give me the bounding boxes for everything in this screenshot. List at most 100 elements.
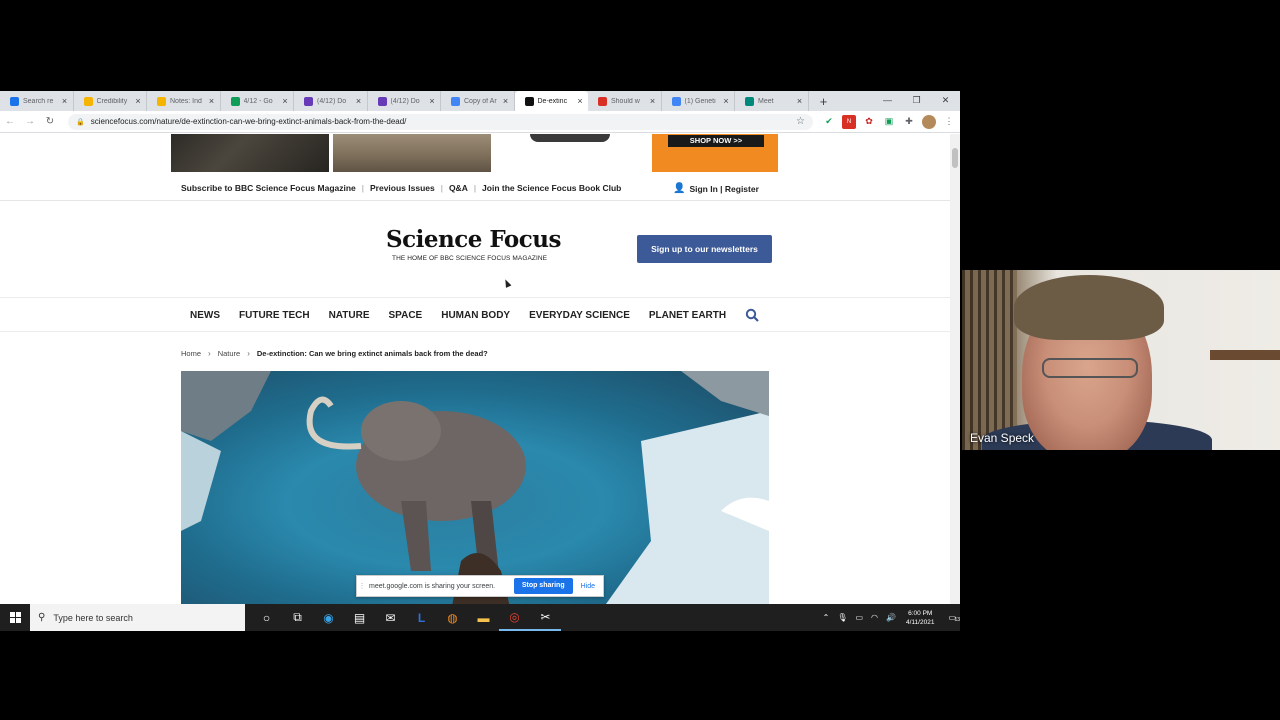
browser-tab[interactable]: 4/12 - Go × (221, 91, 294, 111)
browser-tab[interactable]: Meet × (735, 91, 809, 111)
close-tab-icon[interactable]: × (502, 96, 510, 106)
chevron-up-icon[interactable]: ⌃ (823, 613, 830, 622)
app-icon[interactable]: ◍ (437, 604, 468, 631)
close-tab-icon[interactable]: × (134, 96, 142, 106)
edge-icon[interactable]: ◉ (313, 604, 344, 631)
forward-icon[interactable]: → (20, 116, 40, 127)
nav-planet-earth[interactable]: PLANET EARTH (649, 310, 726, 321)
browser-tab[interactable]: Should w × (588, 91, 662, 111)
close-tab-icon[interactable]: × (61, 96, 69, 106)
stop-sharing-button[interactable]: Stop sharing (513, 578, 573, 594)
snipping-tool-icon[interactable]: ✂ (530, 604, 561, 631)
doc-extension-icon[interactable]: ▣ (882, 115, 896, 129)
book-club-link[interactable]: Join the Science Focus Book Club (482, 183, 621, 193)
nav-nature[interactable]: NATURE (329, 310, 370, 321)
task-view-icon[interactable]: ⧉ (282, 604, 313, 631)
wifi-icon[interactable]: ◠ (871, 613, 878, 622)
close-tab-icon[interactable]: × (649, 96, 657, 106)
breadcrumb-home[interactable]: Home (181, 349, 201, 358)
new-badge-extension-icon[interactable]: N (842, 114, 856, 129)
qa-link[interactable]: Q&A (449, 183, 468, 193)
subscribe-link[interactable]: Subscribe to BBC Science Focus Magazine (181, 183, 356, 193)
launcher-icon[interactable]: L (406, 604, 437, 631)
chrome-icon[interactable]: ◎ (499, 604, 530, 631)
profile-avatar[interactable] (922, 114, 936, 129)
close-tab-icon[interactable]: × (722, 96, 730, 106)
hide-button[interactable]: Hide (581, 583, 595, 590)
nav-news[interactable]: NEWS (190, 310, 220, 321)
clock[interactable]: 6:00 PM 4/11/2021 (906, 609, 934, 627)
close-tab-icon[interactable]: × (355, 96, 363, 106)
chevron-right-icon: › (208, 349, 211, 358)
nav-space[interactable]: SPACE (389, 310, 423, 321)
taskbar-search[interactable]: ⚲ Type here to search (30, 604, 245, 631)
ad-image[interactable] (171, 134, 329, 172)
mail-icon[interactable]: ✉ (375, 604, 406, 631)
site-logo[interactable]: Science Focus (386, 226, 561, 253)
reload-icon[interactable]: ↻ (40, 116, 60, 127)
divider (0, 331, 950, 332)
participant-hair (1014, 275, 1164, 340)
browser-tab[interactable]: (1) Geneti × (662, 91, 735, 111)
shop-now-button[interactable]: SHOP NOW >> (668, 135, 764, 147)
browser-tab[interactable]: Credibility × (74, 91, 147, 111)
extensions-icon[interactable]: ✚ (902, 115, 916, 129)
new-tab-button[interactable]: + (815, 94, 833, 109)
menu-icon[interactable]: ⋮ (942, 115, 956, 129)
ad-image[interactable] (333, 134, 491, 172)
newsletter-button[interactable]: Sign up to our newsletters (637, 235, 772, 263)
browser-tab-strip: Search re × Credibility × Notes: Ind × 4/12 - … (0, 91, 960, 111)
star-icon[interactable]: ☆ (796, 116, 805, 127)
participant-video-tile[interactable]: Evan Speck (962, 270, 1280, 450)
store-icon[interactable]: ▤ (344, 604, 375, 631)
nav-future-tech[interactable]: FUTURE TECH (239, 310, 310, 321)
tab-title: Search re (23, 97, 54, 105)
restore-icon[interactable]: ❐ (902, 91, 931, 111)
cortana-icon[interactable]: ○ (251, 604, 282, 631)
puzzle-extension-icon[interactable]: ✿ (862, 115, 876, 129)
divider (0, 297, 950, 298)
sign-in-label: Sign In | Register (689, 183, 759, 194)
browser-tab[interactable]: (4/12) Do × (294, 91, 368, 111)
sign-in-link[interactable]: 👤 Sign In | Register (673, 183, 759, 194)
meet-window: Search re × Credibility × Notes: Ind × 4/12 - … (0, 0, 1280, 720)
close-tab-icon[interactable]: × (796, 96, 804, 106)
battery-icon[interactable]: ▭ (855, 613, 863, 622)
breadcrumb-current: De-extinction: Can we bring extinct anim… (256, 349, 488, 358)
close-tab-icon[interactable]: × (576, 96, 584, 106)
minimize-icon[interactable]: — (873, 91, 902, 111)
back-icon[interactable]: ← (0, 116, 20, 127)
browser-tab[interactable]: De-extinc × (514, 91, 588, 111)
browser-tab[interactable]: Copy of Ar × (441, 91, 515, 111)
browser-tab[interactable]: Search re × (0, 91, 74, 111)
close-tab-icon[interactable]: × (428, 96, 436, 106)
notifications-icon[interactable]: ▭ 13 (948, 613, 960, 623)
close-tab-icon[interactable]: × (208, 96, 216, 106)
page-scrollbar[interactable] (950, 134, 960, 604)
ad-banner[interactable]: SHOP NOW >> (652, 134, 778, 172)
close-tab-icon[interactable]: × (281, 96, 289, 106)
window-controls: — ❐ ✕ (873, 91, 960, 111)
search-icon[interactable] (745, 308, 759, 322)
tab-title: Copy of Ar (464, 97, 497, 105)
file-explorer-icon[interactable]: ▬ (468, 604, 499, 631)
browser-tab[interactable]: Notes: Ind × (147, 91, 221, 111)
checkmark-extension-icon[interactable]: ✔ (822, 115, 836, 129)
drag-handle-icon[interactable]: ⋮ (357, 582, 367, 590)
participant-name: Evan Speck (970, 431, 1035, 445)
url-field[interactable]: 🔒 sciencefocus.com/nature/de-extinction-… (68, 113, 813, 130)
browser-tab[interactable]: (4/12) Do × (368, 91, 441, 111)
microphone-icon[interactable]: 🎙 (837, 613, 847, 622)
google-forms-icon (304, 96, 313, 106)
google-drive-icon (10, 96, 19, 106)
nav-everyday-science[interactable]: EVERYDAY SCIENCE (529, 310, 630, 321)
main-nav: NEWS FUTURE TECH NATURE SPACE HUMAN BODY… (190, 310, 745, 321)
start-button[interactable] (0, 604, 30, 631)
breadcrumb-nature[interactable]: Nature (218, 349, 241, 358)
close-window-icon[interactable]: ✕ (931, 91, 960, 111)
site-tagline: THE HOME OF BBC SCIENCE FOCUS MAGAZINE (392, 255, 548, 262)
volume-icon[interactable]: 🔊 (886, 613, 896, 622)
nav-human-body[interactable]: HUMAN BODY (441, 310, 510, 321)
scrollbar-thumb[interactable] (952, 148, 958, 168)
previous-issues-link[interactable]: Previous Issues (370, 183, 435, 193)
